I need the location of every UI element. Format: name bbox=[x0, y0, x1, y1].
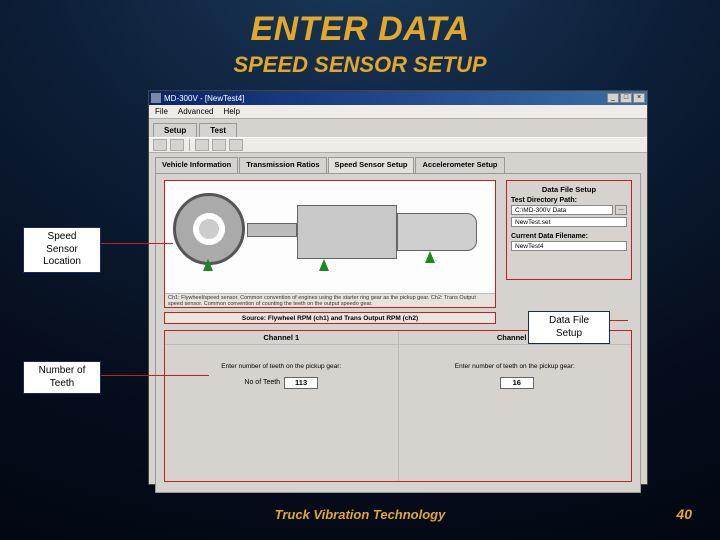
dfs-filename-field[interactable]: NewTest4 bbox=[511, 241, 627, 251]
footer-brand: Truck Vibration Technology bbox=[0, 507, 720, 522]
page-number: 40 bbox=[676, 506, 692, 522]
app-icon bbox=[151, 93, 161, 103]
top-tabs: Setup Test bbox=[149, 119, 647, 137]
toolbar-button[interactable] bbox=[229, 139, 243, 151]
toolbar-button[interactable] bbox=[153, 139, 167, 151]
toolbar-button[interactable] bbox=[170, 139, 184, 151]
teeth-entry-panel: Channel 1 Enter number of teeth on the p… bbox=[164, 330, 632, 482]
channel-1-teeth-input[interactable]: 113 bbox=[284, 377, 318, 389]
slide-subtitle: SPEED SENSOR SETUP bbox=[0, 52, 720, 78]
diagram-caption: Ch1: Flywheel/speed sensor. Common conve… bbox=[165, 293, 495, 307]
teeth-label: No of Teeth bbox=[244, 379, 280, 386]
dfs-path-label: Test Directory Path: bbox=[511, 197, 627, 204]
channel-1-prompt: Enter number of teeth on the pickup gear… bbox=[165, 363, 398, 371]
leader-line bbox=[101, 243, 173, 244]
toolbar-button[interactable] bbox=[212, 139, 226, 151]
sub-tabs: Vehicle Information Transmission Ratios … bbox=[155, 157, 641, 173]
maximize-button[interactable]: □ bbox=[620, 93, 632, 103]
channel-1-column: Channel 1 Enter number of teeth on the p… bbox=[165, 331, 399, 481]
arrow-icon bbox=[319, 259, 329, 271]
channel-2-teeth-input[interactable]: 16 bbox=[500, 377, 534, 389]
shaft-graphic bbox=[247, 223, 297, 237]
dfs-path-field[interactable]: C:\MD-300V Data Files\NewTest4\ 2009 bbox=[511, 205, 613, 215]
menubar: File Advanced Help bbox=[149, 105, 647, 119]
subtab-vehicle-info[interactable]: Vehicle Information bbox=[155, 157, 238, 173]
tab-test[interactable]: Test bbox=[199, 123, 237, 137]
drivetrain-diagram: Ch1: Flywheel/speed sensor. Common conve… bbox=[164, 180, 496, 308]
subtab-accel-setup[interactable]: Accelerometer Setup bbox=[415, 157, 504, 173]
callout-number-teeth: Number of Teeth bbox=[23, 361, 101, 394]
toolbar bbox=[149, 137, 647, 153]
channel-2-prompt: Enter number of teeth on the pickup gear… bbox=[399, 363, 632, 371]
toolbar-button[interactable] bbox=[195, 139, 209, 151]
browse-button[interactable]: … bbox=[615, 205, 627, 215]
arrow-icon bbox=[203, 259, 213, 271]
minimize-button[interactable]: _ bbox=[607, 93, 619, 103]
window-title: MD-300V - [NewTest4] bbox=[164, 94, 606, 103]
leader-line bbox=[610, 320, 628, 321]
close-button[interactable]: × bbox=[633, 93, 645, 103]
data-file-setup-panel: Data File Setup Test Directory Path: C:\… bbox=[506, 180, 632, 280]
slide-title: ENTER DATA bbox=[0, 10, 720, 49]
menu-advanced[interactable]: Advanced bbox=[178, 107, 214, 116]
menu-help[interactable]: Help bbox=[223, 107, 239, 116]
dfs-filename-label: Current Data Filename: bbox=[511, 233, 627, 240]
leader-line bbox=[101, 375, 209, 376]
callout-speed-sensor: Speed Sensor Location bbox=[23, 227, 101, 273]
tab-setup[interactable]: Setup bbox=[153, 123, 197, 137]
trans-tail-graphic bbox=[397, 213, 477, 251]
dfs-title: Data File Setup bbox=[511, 185, 627, 194]
flywheel-graphic bbox=[173, 193, 245, 265]
channel-2-column: Channel 2 Enter number of teeth on the p… bbox=[399, 331, 632, 481]
app-window: MD-300V - [NewTest4] _ □ × File Advanced… bbox=[148, 90, 648, 485]
callout-data-file-setup: Data File Setup bbox=[528, 311, 610, 344]
arrow-icon bbox=[425, 251, 435, 263]
subtab-speed-sensor[interactable]: Speed Sensor Setup bbox=[328, 157, 415, 173]
menu-file[interactable]: File bbox=[155, 107, 168, 116]
separator bbox=[189, 139, 190, 151]
channel-1-header: Channel 1 bbox=[165, 331, 398, 345]
titlebar: MD-300V - [NewTest4] _ □ × bbox=[149, 91, 647, 105]
dfs-setfile-field[interactable]: NewTest.set bbox=[511, 217, 627, 227]
transmission-graphic bbox=[297, 205, 397, 259]
subtab-trans-ratios[interactable]: Transmission Ratios bbox=[239, 157, 326, 173]
rpm-source-strip: Source: Flywheel RPM (ch1) and Trans Out… bbox=[164, 312, 496, 324]
